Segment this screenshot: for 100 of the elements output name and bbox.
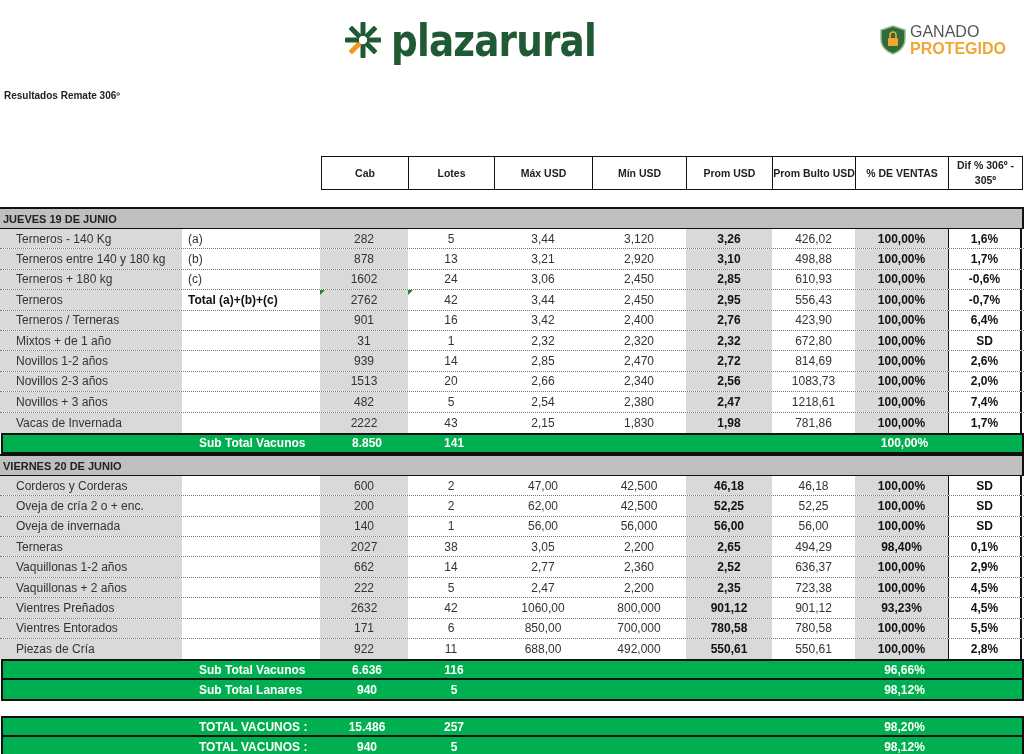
table-cell-text: 672,80	[794, 332, 833, 350]
table-cell-text: TOTAL VACUNOS :	[198, 718, 309, 736]
table-cell-text: 98,20%	[883, 718, 926, 736]
logo-text: plazarural	[391, 14, 596, 66]
table-cell-text: 257	[443, 718, 465, 736]
table-cell: 282	[320, 229, 408, 249]
table-cell: Terneros	[0, 290, 182, 310]
table-cell-text: 14	[443, 353, 459, 371]
shield-lock-icon	[880, 25, 906, 55]
column-header: Cab	[321, 156, 409, 190]
table-cell: 140	[320, 516, 408, 537]
table-cell-text: 46,18	[797, 477, 830, 495]
table-cell-text: 3,44	[530, 291, 556, 309]
table-cell-text: 3,06	[530, 271, 556, 289]
table-cell-text: 814,69	[794, 353, 833, 371]
table-cell-text: 8.850	[351, 435, 383, 452]
table-cell: SD	[948, 496, 1022, 516]
table-cell: 3,10	[686, 249, 772, 269]
table-cell: 2222	[320, 412, 408, 433]
table-cell-text: 3,21	[530, 251, 556, 269]
table-cell-text: 2,200	[623, 579, 655, 597]
table-cell: Piezas de Cría	[0, 639, 182, 660]
table-cell-text: 6.636	[351, 661, 383, 679]
table-cell-text: 5	[449, 738, 459, 754]
table-cell: 2,52	[686, 557, 772, 577]
table-cell: 939	[320, 351, 408, 371]
section-header: JUEVES 19 DE JUNIO	[0, 209, 1024, 229]
table-cell-text: (a)	[187, 230, 204, 248]
table-cell-text: 1,830	[623, 414, 655, 432]
table-cell-text: Total (a)+(b)+(c)	[187, 291, 279, 309]
table-cell: 100,00%	[855, 371, 948, 392]
section-header: VIERNES 20 DE JUNIO	[0, 455, 1024, 476]
table-cell-text: 2,360	[623, 559, 655, 577]
table-cell-text: 15.486	[347, 718, 387, 736]
table-cell: Vaquillonas 1-2 años	[0, 557, 182, 577]
table-cell-text: 13	[443, 251, 459, 269]
table-cell: 171	[320, 618, 408, 639]
table-cell: 1,7%	[948, 249, 1022, 269]
table-cell-text: 2,450	[623, 271, 655, 289]
table-cell-text: 116	[443, 661, 465, 679]
table-cell: 2762	[320, 290, 408, 310]
table-cell-text: TOTAL VACUNOS :	[198, 738, 309, 754]
table-cell: Terneros / Terneras	[0, 310, 182, 330]
table-cell: 2,32	[686, 330, 772, 351]
table-cell: SD	[948, 330, 1022, 351]
table-cell: 100,00%	[855, 516, 948, 537]
table-cell: 2,85	[686, 269, 772, 290]
table-cell: 100,00%	[855, 496, 948, 516]
table-cell-text: 5	[446, 230, 456, 248]
table-cell: 2632	[320, 598, 408, 618]
table-cell: 2,76	[686, 310, 772, 330]
table-cell: 1,6%	[948, 229, 1022, 249]
table-cell-text: 901,12	[794, 599, 833, 617]
table-cell: 901,12	[686, 598, 772, 618]
table-cell-text: 1218,61	[790, 393, 837, 411]
table-cell: 100,00%	[855, 229, 948, 249]
cell-marker-icon	[320, 290, 325, 296]
column-header: Prom Bulto USD	[773, 156, 856, 190]
table-cell-text: 492,000	[616, 641, 662, 659]
table-cell-text: Sub Total Vacunos	[198, 435, 307, 452]
table-cell: 1,98	[686, 412, 772, 433]
table-cell: 2,0%	[948, 371, 1022, 392]
table-cell: Novillos 2-3 años	[0, 371, 182, 392]
table-cell-text: 1083,73	[790, 373, 837, 391]
table-cell-text: 850,00	[523, 620, 563, 638]
table-cell: 100,00%	[855, 618, 948, 639]
table-cell-text: 52,25	[797, 498, 830, 515]
table-cell: 2,95	[686, 290, 772, 310]
table-cell-text: 56,00	[797, 518, 830, 536]
table-cell: 100,00%	[855, 290, 948, 310]
table-cell-text: 800,000	[616, 599, 662, 617]
table-cell: 31	[320, 330, 408, 351]
table-cell-text: 3,44	[530, 230, 556, 248]
table-cell-text: 610,93	[794, 271, 833, 289]
table-cell: 2,65	[686, 537, 772, 557]
table-cell: Novillos 1-2 años	[0, 351, 182, 371]
table-cell: 2,56	[686, 371, 772, 392]
table-cell-text: 2,66	[530, 373, 556, 391]
brand-text: PROTEGIDO	[910, 40, 1006, 57]
table-cell-text: 56,00	[527, 518, 559, 536]
table-cell-text: 1	[446, 518, 456, 536]
table-cell: 2,6%	[948, 351, 1022, 371]
table-cell-text: 2,400	[623, 312, 655, 330]
table-cell-text: 2,85	[530, 353, 556, 371]
table-cell: Oveja de invernada	[0, 516, 182, 537]
table-cell-text: 5	[446, 579, 456, 597]
table-cell-text: 1	[446, 332, 456, 350]
table-cell: 4,5%	[948, 598, 1022, 618]
table-cell: 901	[320, 310, 408, 330]
table-cell-text: 2,320	[623, 332, 655, 350]
table-cell-text: 47,00	[527, 477, 559, 495]
table-cell: -0,7%	[948, 290, 1022, 310]
table-cell-text: 2	[446, 477, 456, 495]
table-cell-text: 2,200	[623, 538, 655, 556]
table-cell-text: 2,47	[530, 579, 556, 597]
table-cell-text: 56,000	[619, 518, 659, 536]
table-cell-text: 42,500	[619, 498, 659, 515]
table-cell: 222	[320, 577, 408, 598]
table-cell-text: 3,42	[530, 312, 556, 330]
table-cell-text: 723,38	[794, 579, 833, 597]
